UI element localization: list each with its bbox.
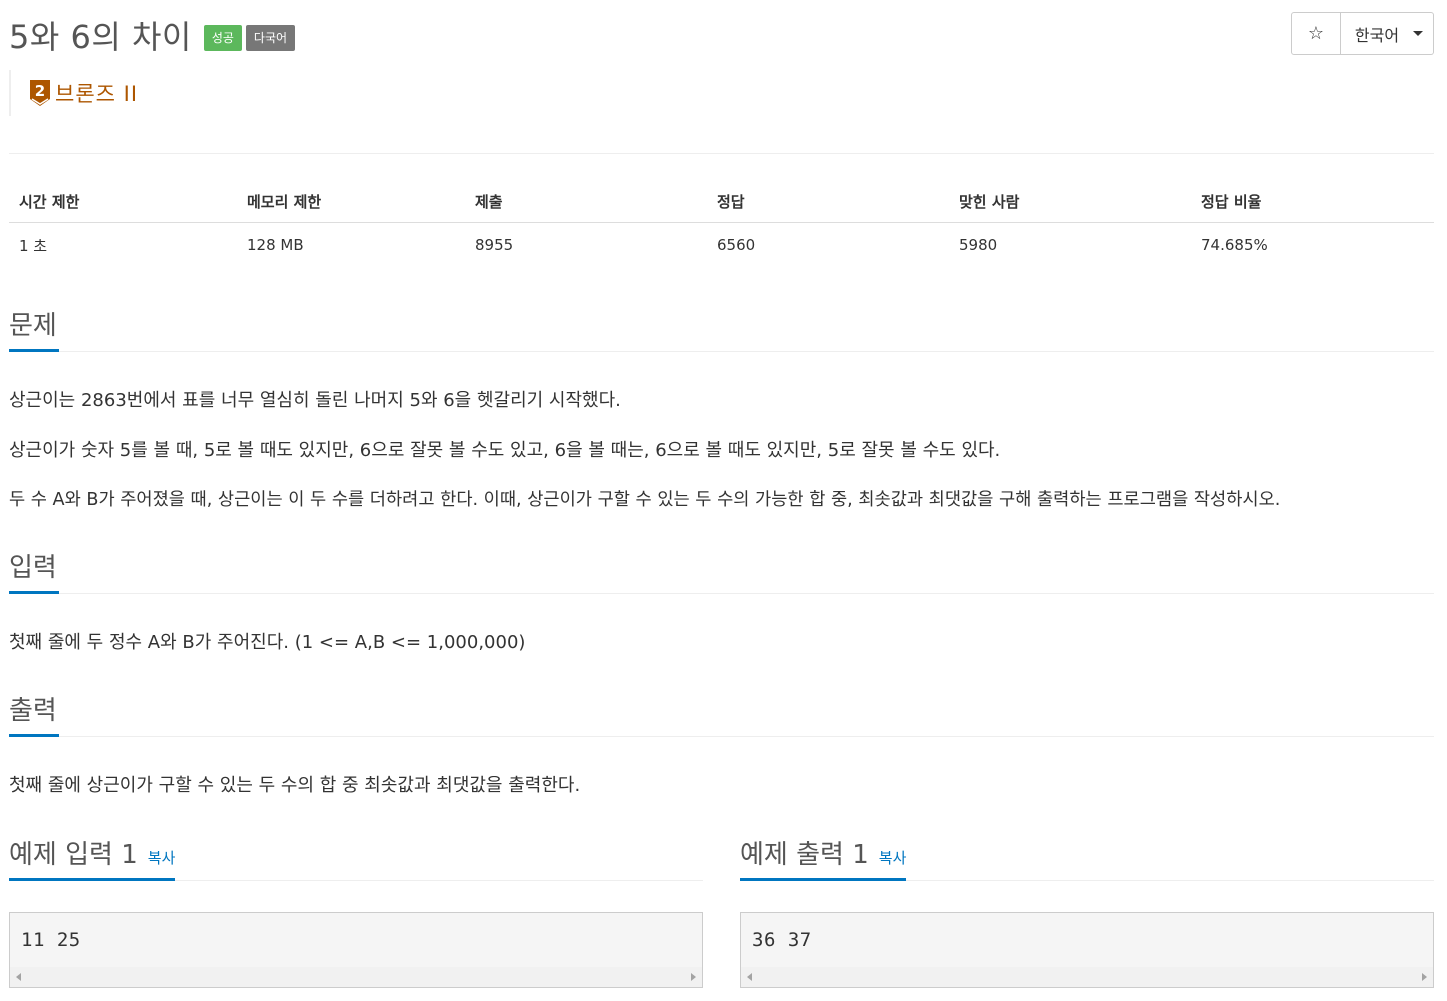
- caret-down-icon: [1413, 31, 1424, 36]
- section-output-header: 출력: [9, 692, 1434, 737]
- status-badge-multilang: 다국어: [245, 24, 296, 52]
- sample-output-heading: 예제 출력 1: [740, 840, 869, 870]
- header-solved-users: 맞힌 사람: [949, 175, 1191, 223]
- tier-number: 2: [35, 82, 45, 100]
- sample-input-heading: 예제 입력 1: [9, 840, 138, 870]
- sample-input-content: 11 25: [21, 929, 81, 951]
- value-submissions[interactable]: 8955: [465, 222, 707, 268]
- star-icon: ☆: [1307, 23, 1325, 44]
- header-button-group: ☆ 한국어: [1291, 12, 1434, 55]
- sample-input-header: 예제 입력 1 복사: [9, 836, 703, 881]
- page-title: 5와 6의 차이: [9, 18, 192, 56]
- language-dropdown[interactable]: 한국어: [1341, 12, 1434, 55]
- section-input-header: 입력: [9, 549, 1434, 594]
- tier-link[interactable]: 브론즈 II: [55, 78, 138, 108]
- value-accepted[interactable]: 6560: [707, 222, 949, 268]
- section-problem-title: 문제: [9, 307, 59, 352]
- scroll-right-icon[interactable]: [1422, 973, 1427, 981]
- sample-output-header: 예제 출력 1 복사: [740, 836, 1434, 881]
- header-accepted: 정답: [707, 175, 949, 223]
- sample-output-content: 36 37: [752, 929, 812, 951]
- header-accept-ratio: 정답 비율: [1191, 175, 1434, 223]
- problem-info-table: 시간 제한 메모리 제한 제출 정답 맞힌 사람 정답 비율 1 초 128 M…: [9, 175, 1434, 268]
- sample-input-box[interactable]: 11 25: [9, 912, 703, 988]
- horizontal-scrollbar[interactable]: [10, 967, 702, 987]
- language-label: 한국어: [1354, 25, 1400, 45]
- scroll-left-icon[interactable]: [747, 973, 752, 981]
- problem-paragraph-1: 상근이는 2863번에서 표를 너무 열심히 돌린 나머지 5와 6을 헷갈리기…: [9, 390, 621, 411]
- table-row: 1 초 128 MB 8955 6560 5980 74.685%: [9, 222, 1434, 268]
- value-time-limit: 1 초: [19, 236, 48, 255]
- title-row: 5와 6의 차이 성공 다국어: [9, 12, 296, 58]
- problem-paragraph-3: 두 수 A와 B가 주어졌을 때, 상근이는 이 두 수를 더하려고 한다. 이…: [9, 490, 1281, 510]
- scroll-right-icon[interactable]: [691, 973, 696, 981]
- section-problem-header: 문제: [9, 307, 1434, 352]
- divider: [9, 153, 1434, 154]
- section-input-title: 입력: [9, 549, 59, 594]
- output-description: 첫째 줄에 상근이가 구할 수 있는 두 수의 합 중 최솟값과 최댓값을 출력…: [9, 775, 581, 796]
- copy-sample-output-link[interactable]: 복사: [879, 849, 907, 867]
- input-description: 첫째 줄에 두 정수 A와 B가 주어진다. (1 <= A,B <= 1,00…: [9, 632, 526, 653]
- bronze-tier-icon: 2: [30, 80, 50, 106]
- table-header-row: 시간 제한 메모리 제한 제출 정답 맞힌 사람 정답 비율: [9, 175, 1434, 223]
- copy-sample-input-link[interactable]: 복사: [148, 849, 176, 867]
- tier-box: 2 브론즈 II: [9, 70, 138, 116]
- horizontal-scrollbar[interactable]: [741, 967, 1433, 987]
- sample-output-box[interactable]: 36 37: [740, 912, 1434, 988]
- scroll-left-icon[interactable]: [16, 973, 21, 981]
- status-badge-success: 성공: [203, 24, 242, 52]
- header-memory-limit: 메모리 제한: [237, 175, 465, 223]
- header-submissions: 제출: [465, 175, 707, 223]
- problem-paragraph-2: 상근이가 숫자 5를 볼 때, 5로 볼 때도 있지만, 6으로 잘못 볼 수도…: [9, 440, 1001, 461]
- section-output-title: 출력: [9, 692, 59, 737]
- star-button[interactable]: ☆: [1291, 12, 1341, 55]
- value-solved-users[interactable]: 5980: [949, 222, 1191, 268]
- sample-output-title: 예제 출력 1 복사: [740, 836, 907, 881]
- header-time-limit: 시간 제한: [9, 175, 237, 223]
- sample-input-title: 예제 입력 1 복사: [9, 836, 176, 881]
- value-accept-ratio: 74.685%: [1201, 236, 1268, 255]
- value-memory-limit: 128 MB: [247, 236, 304, 255]
